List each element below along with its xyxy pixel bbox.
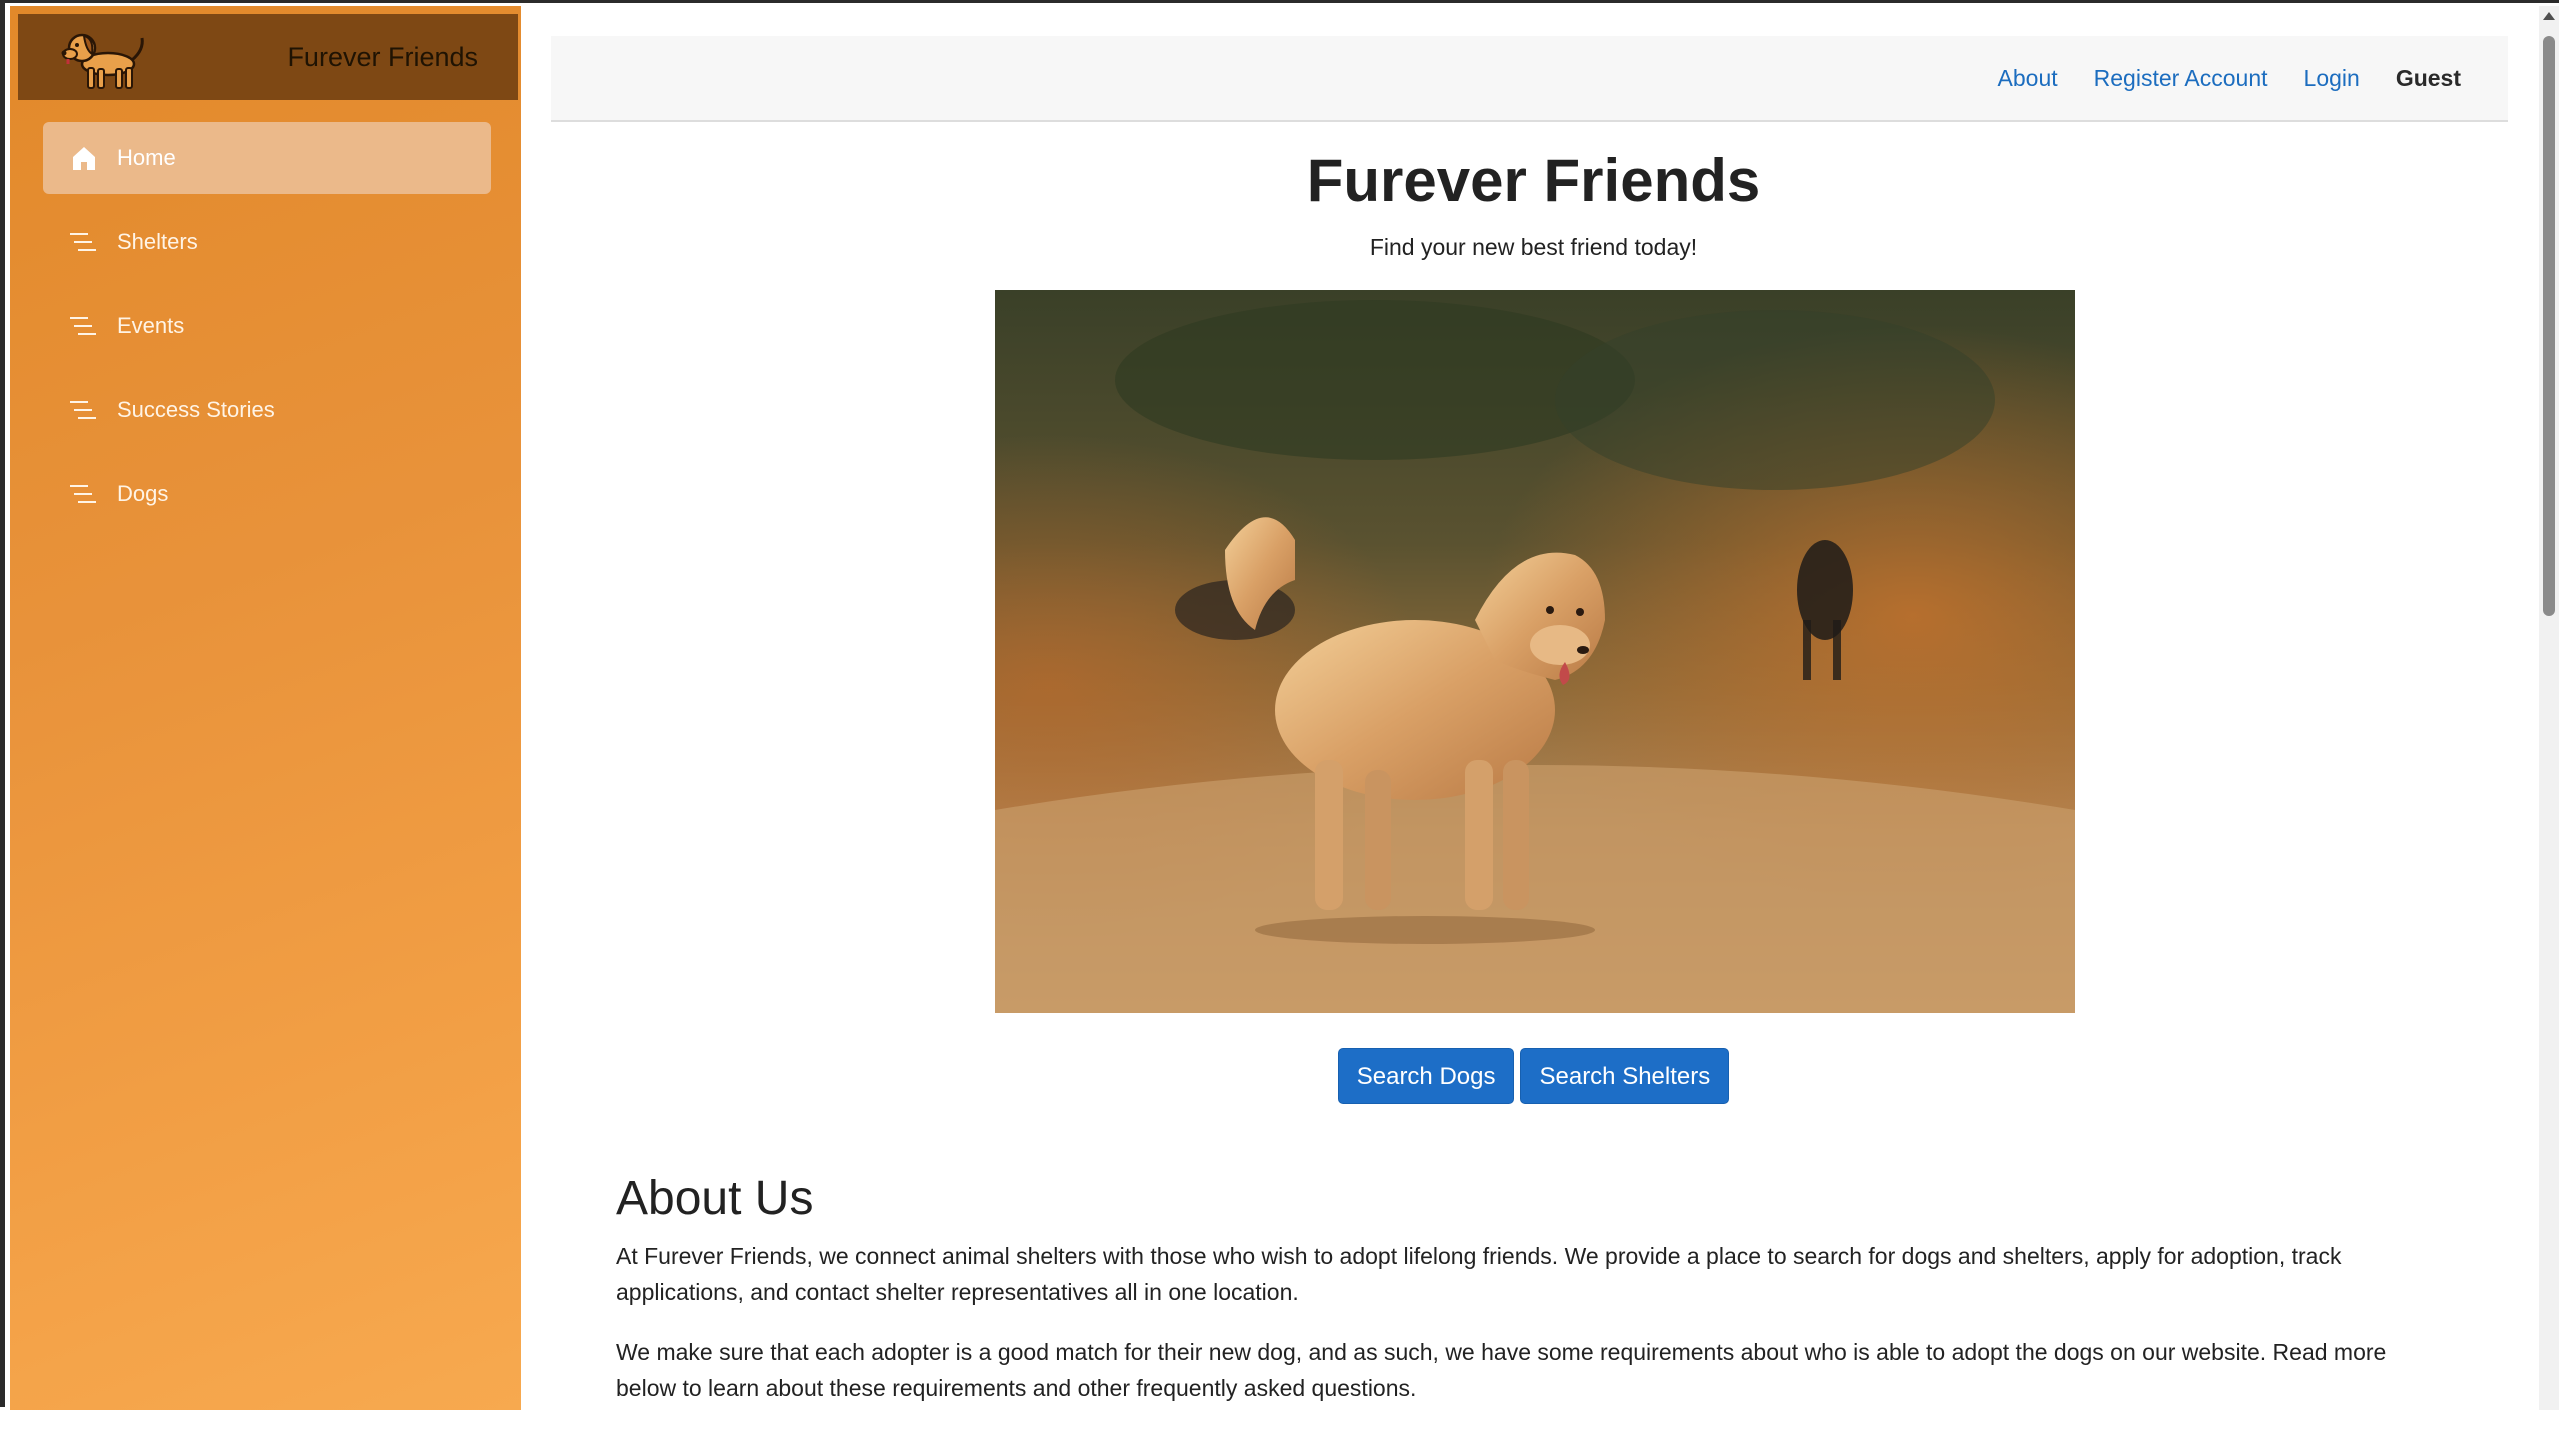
golden-retriever-image <box>995 290 2075 1013</box>
page-title: Furever Friends <box>1306 147 1761 214</box>
top-nav-links: About Register Account Login Guest <box>1998 36 2461 120</box>
vertical-scrollbar[interactable] <box>2539 6 2559 1410</box>
scrollbar-thumb[interactable] <box>2543 36 2555 616</box>
about-paragraph: At Furever Friends, we connect animal sh… <box>616 1243 2342 1305</box>
sidebar-item-label: Dogs <box>117 481 169 506</box>
sidebar-nav: Home Shelters Events Success Stories Dog… <box>43 122 491 542</box>
sidebar-item-label: Success Stories <box>117 397 275 422</box>
scroll-up-arrow-icon[interactable] <box>2543 12 2555 20</box>
sidebar-item-shelters[interactable]: Shelters <box>43 206 491 278</box>
list-icon <box>69 227 99 257</box>
about-heading: About Us <box>616 1172 814 1225</box>
login-link[interactable]: Login <box>2304 65 2360 92</box>
page-subtitle: Find your new best friend today! <box>1369 234 1698 260</box>
brand-title: Furever Friends <box>287 42 478 72</box>
sidebar: Furever Friends Home Shelters Events Suc… <box>10 6 521 1410</box>
sidebar-item-success-stories[interactable]: Success Stories <box>43 374 491 446</box>
current-user-label: Guest <box>2395 64 2461 91</box>
sidebar-item-home[interactable]: Home <box>43 122 491 194</box>
search-dogs-button[interactable]: Search Dogs <box>1337 1048 1515 1104</box>
browser-window: Furever Friends Home Shelters Events Suc… <box>0 0 2559 1410</box>
sidebar-item-dogs[interactable]: Dogs <box>43 458 491 530</box>
home-icon <box>69 143 99 173</box>
list-icon <box>69 479 99 509</box>
sidebar-item-label: Home <box>117 145 176 170</box>
register-account-link[interactable]: Register Account <box>2094 65 2268 92</box>
sidebar-item-events[interactable]: Events <box>43 290 491 362</box>
hero-actions: Search Dogs Search Shelters <box>521 1048 2546 1104</box>
list-icon <box>69 395 99 425</box>
about-paragraph: We make sure that each adopter is a good… <box>616 1339 2387 1401</box>
top-navbar: About Register Account Login Guest <box>551 36 2508 122</box>
main-content: About Register Account Login Guest Furev… <box>521 6 2539 1407</box>
about-link[interactable]: About <box>1998 65 2058 92</box>
sidebar-item-label: Shelters <box>117 229 198 254</box>
list-icon <box>69 311 99 341</box>
sidebar-item-label: Events <box>117 313 185 338</box>
about-section: About Us At Furever Friends, we connect … <box>616 1171 2446 1430</box>
search-shelters-button[interactable]: Search Shelters <box>1520 1048 1730 1104</box>
brand-bar[interactable]: Furever Friends <box>18 14 518 100</box>
hero-dog-photo <box>995 290 2075 1013</box>
dog-icon <box>61 33 144 89</box>
